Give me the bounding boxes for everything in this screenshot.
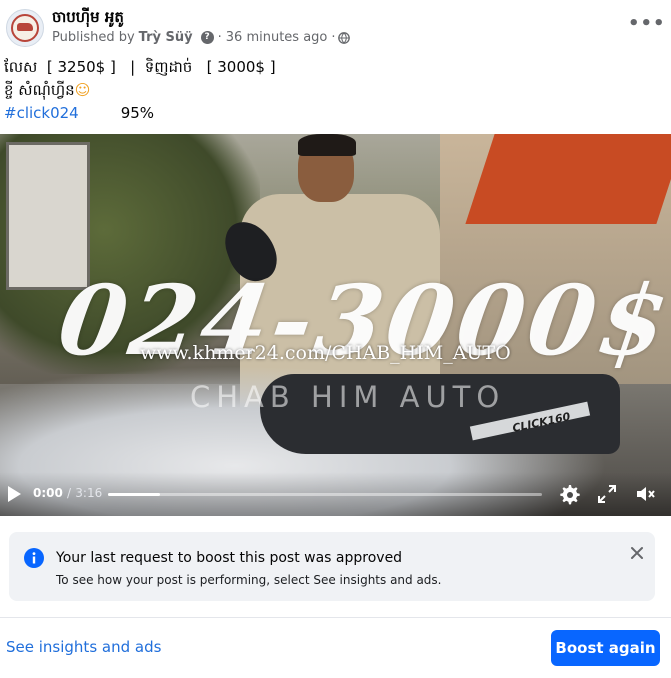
post-meta: Published by Trỳ Süÿ ? · 36 minutes ago …: [52, 30, 350, 45]
smile-emoji-icon: ☺: [74, 81, 91, 99]
video-awning: [465, 134, 671, 224]
page-name-link[interactable]: ចាបហ៊ីម អូតូ: [52, 8, 124, 30]
boost-approved-notice: Your last request to boost this post was…: [9, 532, 655, 601]
post-tag-line: #click024 95%: [4, 102, 276, 125]
post-loan-text: ខ្ចី សំណុំហ្វីន: [4, 81, 75, 99]
avatar-car-icon: [17, 23, 33, 31]
notice-title: Your last request to boost this post was…: [56, 550, 403, 566]
close-icon[interactable]: [627, 543, 647, 563]
more-options-icon[interactable]: •••: [628, 14, 665, 38]
meta-separator: ·: [217, 30, 222, 45]
post-header: ចាបហ៊ីម អូតូ Published by Trỳ Süÿ ? · 36…: [0, 0, 671, 56]
post-percent: 95%: [120, 104, 155, 122]
video-brand-watermark: CHAB HIM AUTO: [190, 380, 506, 414]
current-time: 0:00: [33, 486, 63, 500]
author-name[interactable]: Trỳ Süÿ: [139, 30, 193, 45]
fullscreen-icon[interactable]: [596, 483, 618, 505]
settings-icon[interactable]: [558, 483, 580, 505]
video-time: 0:00 / 3:16: [33, 486, 102, 500]
progress-fill: [108, 493, 161, 496]
page-avatar[interactable]: [6, 9, 44, 47]
play-icon[interactable]: [6, 485, 22, 503]
post-price-line: លែស [ 3250$ ] | ទិញដាច់ [ 3000$ ]: [4, 58, 276, 76]
footer-divider: [0, 617, 671, 618]
published-by-label: Published by: [52, 30, 135, 45]
time-separator: /: [67, 486, 72, 500]
post-loan-line: ខ្ចី សំណុំហ្វីន☺: [4, 79, 276, 102]
video-url-overlay: www.khmer24.com/CHAB_HIM_AUTO: [140, 342, 511, 364]
video-person-hair: [298, 134, 356, 156]
video-controls: 0:00 / 3:16: [0, 472, 671, 516]
post-text: លែស [ 3250$ ] | ទិញដាច់ [ 3000$ ] ខ្ចី ស…: [4, 56, 276, 125]
video-duration: 3:16: [75, 486, 103, 500]
boost-again-button[interactable]: Boost again: [551, 630, 660, 666]
info-icon: [24, 548, 44, 568]
globe-icon: [337, 31, 350, 44]
time-ago[interactable]: 36 minutes ago: [226, 30, 328, 45]
see-insights-link[interactable]: See insights and ads: [6, 638, 161, 656]
video-player[interactable]: CLICK160 024-3000$ www.khmer24.com/CHAB_…: [0, 134, 671, 516]
notice-body: To see how your post is performing, sele…: [56, 573, 442, 587]
hashtag-link[interactable]: #click024: [4, 104, 79, 122]
meta-separator-2: ·: [331, 30, 336, 45]
mute-icon[interactable]: [634, 483, 656, 505]
progress-bar[interactable]: [108, 493, 542, 496]
help-icon[interactable]: ?: [200, 31, 214, 44]
